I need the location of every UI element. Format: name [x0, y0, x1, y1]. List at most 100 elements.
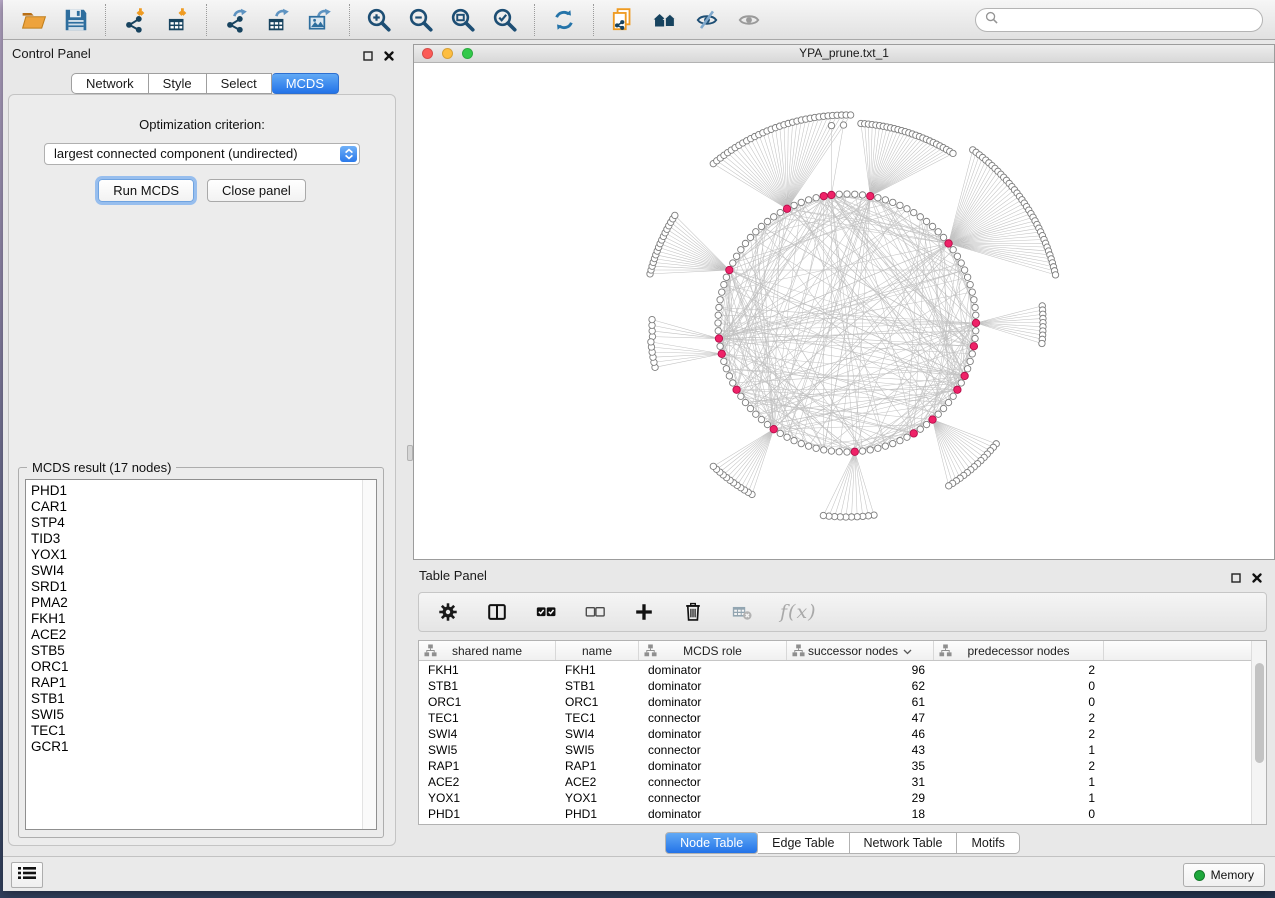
- cell-shared-name[interactable]: ORC1: [419, 694, 556, 710]
- tab-mcds[interactable]: MCDS: [272, 73, 339, 94]
- cell-successor-nodes[interactable]: 46: [787, 726, 934, 742]
- mcds-node[interactable]: [733, 386, 740, 393]
- export-network-icon[interactable]: [221, 5, 251, 35]
- cell-MCDS-role[interactable]: connector: [639, 774, 787, 790]
- zoom-selected-icon[interactable]: [490, 5, 520, 35]
- zoom-in-icon[interactable]: [364, 5, 394, 35]
- mcds-node[interactable]: [715, 335, 722, 342]
- mcds-node[interactable]: [954, 386, 961, 393]
- table-scrollbar[interactable]: [1251, 641, 1266, 824]
- network-canvas[interactable]: [414, 63, 1274, 559]
- mcds-result-item[interactable]: STP4: [31, 515, 376, 531]
- mcds-result-item[interactable]: STB5: [31, 643, 376, 659]
- cell-predecessor-nodes[interactable]: 1: [934, 742, 1104, 758]
- export-table-icon[interactable]: [263, 5, 293, 35]
- mcds-node[interactable]: [851, 448, 858, 455]
- cell-predecessor-nodes[interactable]: 2: [934, 726, 1104, 742]
- cell-MCDS-role[interactable]: connector: [639, 710, 787, 726]
- criterion-select[interactable]: largest connected component (undirected): [44, 143, 360, 165]
- delete-column-icon[interactable]: [682, 599, 704, 625]
- cell-successor-nodes[interactable]: 18: [787, 806, 934, 822]
- new-network-from-selection-icon[interactable]: [608, 5, 638, 35]
- mcds-node[interactable]: [961, 372, 968, 379]
- mcds-result-item[interactable]: TID3: [31, 531, 376, 547]
- cell-predecessor-nodes[interactable]: 1: [934, 790, 1104, 806]
- mcds-result-item[interactable]: PHD1: [31, 483, 376, 499]
- mcds-node[interactable]: [972, 319, 979, 326]
- table-row[interactable]: PHD1PHD1dominator180: [419, 806, 1251, 822]
- cell-predecessor-nodes[interactable]: 0: [934, 678, 1104, 694]
- mcds-result-item[interactable]: GCR1: [31, 739, 376, 755]
- minimize-window-icon[interactable]: [442, 48, 453, 59]
- export-image-icon[interactable]: [305, 5, 335, 35]
- show-panels-button[interactable]: [11, 862, 43, 888]
- cell-name[interactable]: PHD1: [556, 806, 639, 822]
- mcds-node[interactable]: [718, 350, 725, 357]
- cell-shared-name[interactable]: RAP1: [419, 758, 556, 774]
- mcds-node[interactable]: [929, 416, 936, 423]
- close-panel-button[interactable]: Close panel: [207, 179, 306, 202]
- cell-name[interactable]: SWI4: [556, 726, 639, 742]
- mcds-node[interactable]: [945, 240, 952, 247]
- cell-name[interactable]: ACE2: [556, 774, 639, 790]
- table-row[interactable]: RAP1RAP1dominator352: [419, 758, 1251, 774]
- show-all-icon[interactable]: [734, 5, 764, 35]
- mcds-result-item[interactable]: SWI5: [31, 707, 376, 723]
- cell-successor-nodes[interactable]: 43: [787, 742, 934, 758]
- table-row[interactable]: ORC1ORC1dominator610: [419, 694, 1251, 710]
- column-header-successor-nodes[interactable]: successor nodes: [787, 641, 934, 660]
- save-session-icon[interactable]: [61, 5, 91, 35]
- mcds-result-item[interactable]: RAP1: [31, 675, 376, 691]
- cell-predecessor-nodes[interactable]: 2: [934, 710, 1104, 726]
- column-header-name[interactable]: name: [556, 641, 639, 660]
- cell-name[interactable]: TEC1: [556, 710, 639, 726]
- table-row[interactable]: FKH1FKH1dominator962: [419, 662, 1251, 678]
- mcds-node[interactable]: [770, 425, 777, 432]
- mcds-result-item[interactable]: SWI4: [31, 563, 376, 579]
- cell-shared-name[interactable]: YOX1: [419, 790, 556, 806]
- mcds-node[interactable]: [867, 192, 874, 199]
- cell-successor-nodes[interactable]: 29: [787, 790, 934, 806]
- mcds-result-item[interactable]: SRD1: [31, 579, 376, 595]
- mcds-result-item[interactable]: ACE2: [31, 627, 376, 643]
- cell-shared-name[interactable]: STB1: [419, 678, 556, 694]
- tab-motifs[interactable]: Motifs: [957, 832, 1019, 854]
- tab-node-table[interactable]: Node Table: [665, 832, 758, 854]
- tab-network[interactable]: Network: [71, 73, 149, 94]
- cell-name[interactable]: ORC1: [556, 694, 639, 710]
- table-scrollbar-thumb[interactable]: [1255, 663, 1264, 763]
- cell-successor-nodes[interactable]: 62: [787, 678, 934, 694]
- close-panel-icon[interactable]: [384, 48, 394, 66]
- cell-predecessor-nodes[interactable]: 0: [934, 694, 1104, 710]
- first-neighbors-icon[interactable]: [650, 5, 680, 35]
- apply-layout-icon[interactable]: [549, 5, 579, 35]
- cell-shared-name[interactable]: SWI5: [419, 742, 556, 758]
- cell-successor-nodes[interactable]: 35: [787, 758, 934, 774]
- column-header-shared-name[interactable]: shared name: [419, 641, 556, 660]
- mcds-node[interactable]: [783, 205, 790, 212]
- cell-MCDS-role[interactable]: dominator: [639, 694, 787, 710]
- cell-shared-name[interactable]: TEC1: [419, 710, 556, 726]
- close-table-panel-icon[interactable]: [1252, 570, 1262, 588]
- cell-MCDS-role[interactable]: dominator: [639, 678, 787, 694]
- tab-edge-table[interactable]: Edge Table: [758, 832, 849, 854]
- cell-name[interactable]: FKH1: [556, 662, 639, 678]
- cell-MCDS-role[interactable]: connector: [639, 742, 787, 758]
- mcds-node[interactable]: [828, 191, 835, 198]
- cell-shared-name[interactable]: FKH1: [419, 662, 556, 678]
- cell-successor-nodes[interactable]: 47: [787, 710, 934, 726]
- float-panel-icon[interactable]: [363, 48, 373, 66]
- hide-selection-icon[interactable]: [692, 5, 722, 35]
- tab-style[interactable]: Style: [149, 73, 207, 94]
- column-header-MCDS-role[interactable]: MCDS role: [639, 641, 787, 660]
- mcds-result-item[interactable]: TEC1: [31, 723, 376, 739]
- select-all-columns-icon[interactable]: [535, 599, 557, 625]
- cell-MCDS-role[interactable]: dominator: [639, 758, 787, 774]
- mcds-node[interactable]: [726, 266, 733, 273]
- cell-shared-name[interactable]: PHD1: [419, 806, 556, 822]
- cell-shared-name[interactable]: ACE2: [419, 774, 556, 790]
- memory-button[interactable]: Memory: [1183, 863, 1265, 887]
- zoom-out-icon[interactable]: [406, 5, 436, 35]
- maximize-window-icon[interactable]: [462, 48, 473, 59]
- cell-MCDS-role[interactable]: dominator: [639, 662, 787, 678]
